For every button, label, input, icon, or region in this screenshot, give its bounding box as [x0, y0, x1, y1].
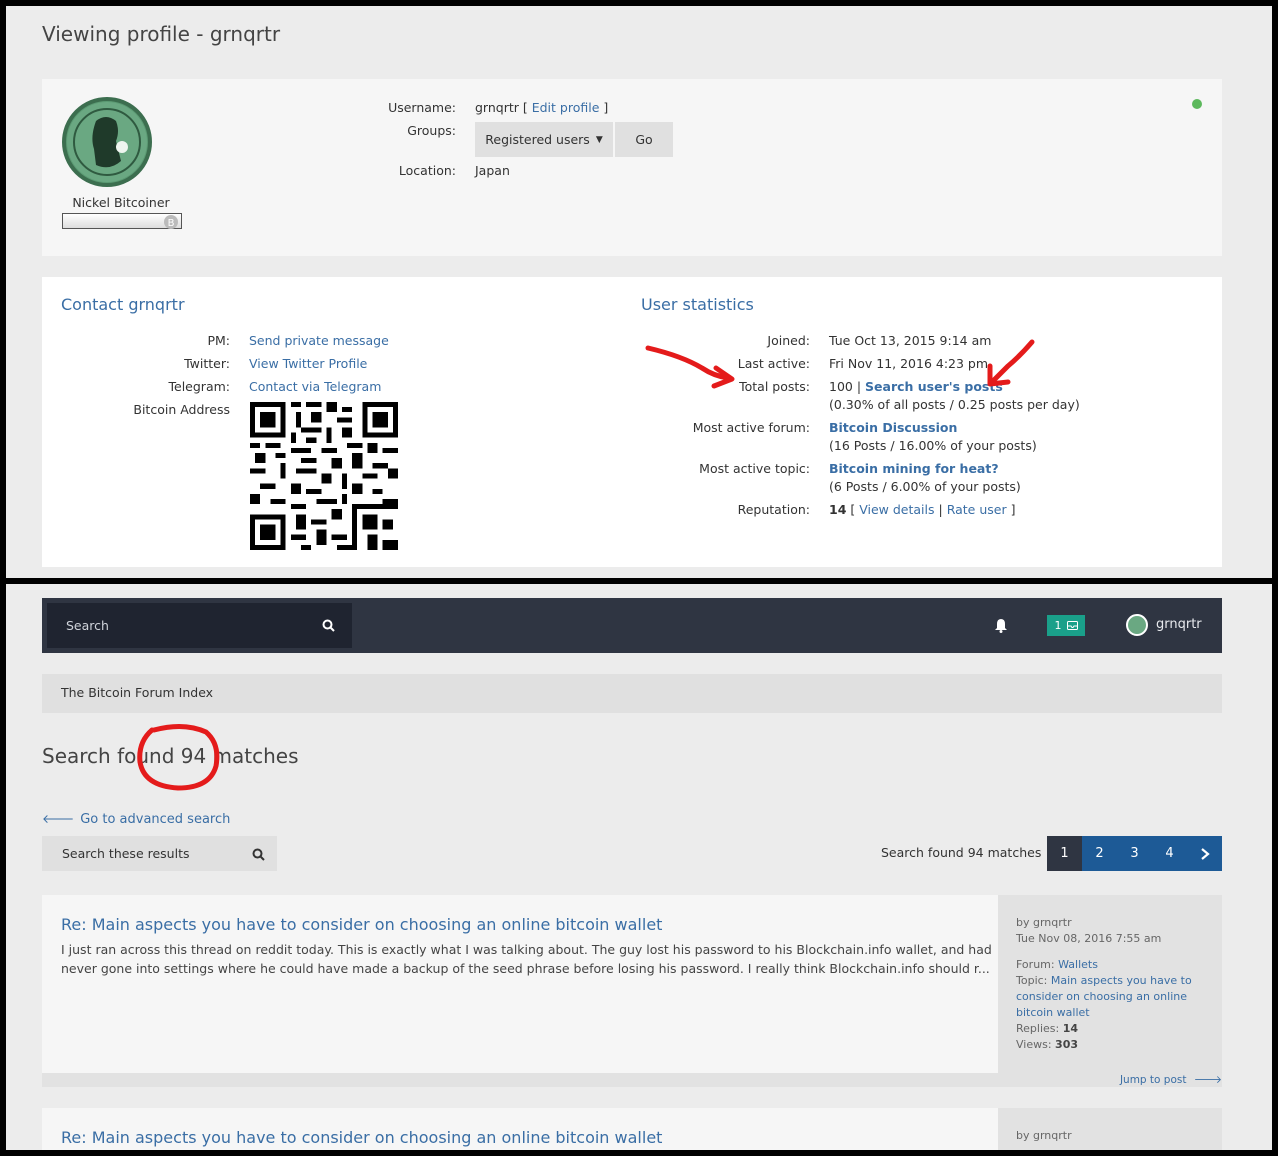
twitter-link[interactable]: View Twitter Profile: [249, 356, 367, 371]
telegram-label: Telegram:: [168, 379, 231, 394]
topic-link-cont[interactable]: consider on choosing an online: [1016, 990, 1187, 1003]
details-card: Contact grnqrtr PM: Send private message…: [42, 277, 1222, 567]
rank-bar: B: [62, 213, 182, 229]
bell-icon[interactable]: [994, 618, 1008, 633]
pm-label: PM:: [207, 333, 230, 348]
telegram-link[interactable]: Contact via Telegram: [249, 379, 381, 394]
replies-value: 14: [1062, 1022, 1079, 1035]
topic-link-cont[interactable]: bitcoin wallet: [1016, 1006, 1090, 1019]
pagination: 1 2 3 4: [1047, 836, 1222, 871]
reputation-value: 14: [829, 502, 847, 517]
result-footer: Jump to post 🡒: [42, 1073, 1222, 1087]
username-label: Username:: [388, 100, 456, 115]
view-details-link[interactable]: View details: [859, 502, 934, 517]
page-4[interactable]: 4: [1152, 836, 1187, 871]
rate-user-link[interactable]: Rate user: [947, 502, 1007, 517]
views-value: 303: [1055, 1038, 1079, 1051]
match-count: Search found 94 matches: [881, 845, 1042, 860]
active-topic-link[interactable]: Bitcoin mining for heat?: [829, 461, 999, 476]
active-topic-detail: (6 Posts / 6.00% of your posts): [829, 479, 1021, 494]
page-2[interactable]: 2: [1082, 836, 1117, 871]
result-excerpt-line-1: I just ran across this thread on reddit …: [61, 942, 992, 957]
by-label: by: [1016, 916, 1030, 929]
active-forum-detail: (16 Posts / 16.00% of your posts): [829, 438, 1037, 453]
avatar: [62, 97, 152, 187]
jump-to-post-label: Jump to post: [1119, 1074, 1187, 1086]
active-forum-link[interactable]: Bitcoin Discussion: [829, 420, 957, 435]
views-label: Views:: [1016, 1038, 1052, 1051]
stats-heading: User statistics: [641, 295, 754, 314]
bitcoin-icon: B: [164, 215, 178, 229]
red-arrow-annotations: [645, 339, 1035, 389]
breadcrumb: The Bitcoin Forum Index: [42, 674, 1222, 713]
posts-detail: (0.30% of all posts / 0.25 posts per day…: [829, 397, 1080, 412]
user-avatar[interactable]: [1126, 614, 1148, 636]
author-link[interactable]: grnqrtr: [1033, 1129, 1072, 1142]
reputation-row: 14 [ View details | Rate user ]: [829, 502, 1016, 517]
arrow-right-icon: 🡒: [1193, 1074, 1222, 1086]
search-screenshot: Search 1 grnqrtr The Bitcoin Forum Index…: [6, 584, 1272, 1150]
page-3[interactable]: 3: [1117, 836, 1152, 871]
by-label: by: [1016, 1129, 1030, 1142]
page-1[interactable]: 1: [1047, 836, 1082, 871]
active-forum-label: Most active forum:: [692, 420, 810, 435]
go-button[interactable]: Go: [615, 122, 673, 157]
red-circle-annotation: [137, 724, 220, 791]
send-pm-link[interactable]: Send private message: [249, 333, 389, 348]
search-results-placeholder: Search these results: [62, 846, 190, 861]
advanced-search-label: Go to advanced search: [80, 812, 231, 827]
replies-label: Replies:: [1016, 1022, 1060, 1035]
edit-profile-link[interactable]: Edit profile: [532, 100, 600, 115]
bitcoin-address-label: Bitcoin Address: [133, 402, 230, 417]
bitcoin-qr-code: [250, 402, 398, 550]
chevron-right-icon: [1200, 847, 1210, 860]
inbox-icon: [1066, 621, 1078, 630]
jump-to-post-link[interactable]: Jump to post 🡒: [1120, 1073, 1222, 1086]
result-meta: by grnqrtr: [1016, 1128, 1072, 1144]
search-results-input[interactable]: Search these results: [42, 836, 277, 871]
search-icon[interactable]: [252, 848, 265, 861]
groups-select[interactable]: Registered users ▼: [475, 122, 613, 157]
twitter-label: Twitter:: [184, 356, 230, 371]
forum-label: Forum:: [1016, 958, 1055, 971]
search-result: Re: Main aspects you have to consider on…: [42, 895, 1222, 1073]
forum-link[interactable]: Wallets: [1058, 958, 1098, 971]
author-link[interactable]: grnqrtr: [1033, 916, 1072, 929]
caret-down-icon: ▼: [595, 134, 603, 145]
result-meta: by grnqrtr Tue Nov 08, 2016 7:55 am Foru…: [1016, 915, 1216, 1053]
username-row: grnqrtr [ Edit profile ]: [475, 100, 609, 115]
messages-count: 1: [1054, 619, 1062, 632]
navbar: Search 1 grnqrtr: [42, 598, 1222, 653]
next-page-button[interactable]: [1187, 836, 1222, 871]
reputation-label: Reputation:: [737, 502, 810, 517]
page-title: Viewing profile - grnqrtr: [42, 22, 281, 46]
profile-card: Nickel Bitcoiner B Username: grnqrtr [ E…: [42, 79, 1222, 256]
result-title-link[interactable]: Re: Main aspects you have to consider on…: [61, 1128, 662, 1147]
online-status-icon: [1192, 99, 1202, 109]
topic-label: Topic:: [1016, 974, 1048, 987]
result-title-link[interactable]: Re: Main aspects you have to consider on…: [61, 915, 662, 934]
groups-select-value: Registered users: [485, 132, 590, 147]
site-search-placeholder: Search: [66, 618, 109, 633]
profile-screenshot: Viewing profile - grnqrtr Nickel Bitcoin…: [6, 6, 1272, 578]
svg-text:B: B: [168, 218, 175, 229]
search-icon[interactable]: [322, 619, 335, 632]
result-excerpt-line-2: never gone into settings where he could …: [61, 961, 990, 976]
contact-heading: Contact grnqrtr: [61, 295, 185, 314]
site-search-input[interactable]: Search: [47, 603, 352, 648]
groups-label: Groups:: [407, 123, 456, 138]
arrow-left-icon: 🡐: [42, 812, 75, 826]
location-value: Japan: [475, 163, 510, 178]
advanced-search-link[interactable]: 🡐 Go to advanced search: [42, 811, 230, 827]
username: grnqrtr: [475, 100, 519, 115]
breadcrumb-forum-index[interactable]: The Bitcoin Forum Index: [61, 685, 213, 700]
search-result: Re: Main aspects you have to consider on…: [42, 1108, 1222, 1150]
topic-link[interactable]: Main aspects you have to: [1051, 974, 1192, 987]
rank-title: Nickel Bitcoiner: [72, 195, 170, 210]
location-label: Location:: [398, 163, 456, 178]
messages-badge[interactable]: 1: [1047, 615, 1085, 636]
post-date: Tue Nov 08, 2016 7:55 am: [1016, 932, 1162, 945]
user-menu[interactable]: grnqrtr: [1156, 617, 1202, 632]
active-topic-label: Most active topic:: [699, 461, 810, 476]
